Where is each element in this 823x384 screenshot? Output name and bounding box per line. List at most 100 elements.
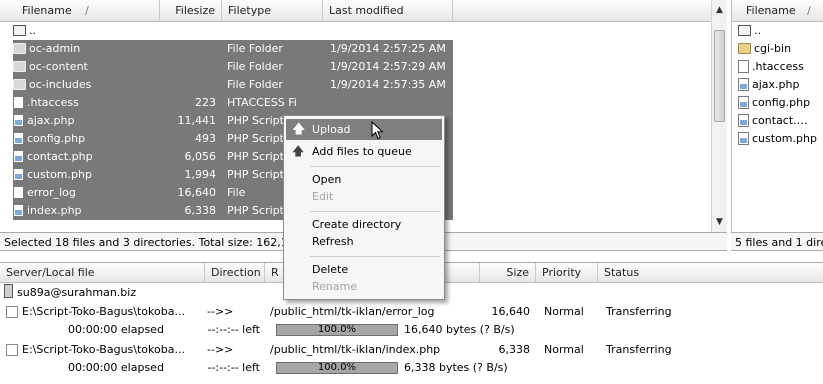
queue-column-local[interactable]: Server/Local file bbox=[0, 263, 205, 282]
remote-file-name: config.php bbox=[752, 96, 811, 109]
local-file-name: .htaccess bbox=[27, 96, 79, 109]
menu-item-edit-label: Edit bbox=[312, 190, 334, 203]
menu-item-refresh[interactable]: Refresh bbox=[286, 233, 442, 250]
local-file-name-cell: error_log bbox=[13, 184, 160, 202]
queue-progress-bar: 100.0% bbox=[276, 362, 398, 374]
queue-item-row[interactable]: E:\Script-Toko-Bagus\tokoba... -->> /publi… bbox=[0, 303, 823, 321]
local-vertical-scrollbar[interactable]: ▲ ▼ bbox=[711, 0, 727, 232]
queue-column-remote-label: R bbox=[271, 266, 279, 279]
remote-file-name: custom.php bbox=[752, 132, 817, 145]
folder-icon bbox=[13, 79, 26, 90]
queue-item-checkbox[interactable] bbox=[6, 344, 18, 356]
menu-item-refresh-label: Refresh bbox=[312, 235, 354, 248]
menu-item-upload[interactable]: 🡅 Upload bbox=[286, 119, 442, 140]
local-file-row[interactable]: .htaccess 223 HTACCESS Fi bbox=[13, 94, 453, 112]
local-file-name: oc-includes bbox=[29, 78, 92, 91]
column-filename-label: Filename bbox=[22, 4, 72, 17]
local-file-name: config.php bbox=[27, 132, 86, 145]
menu-item-add-to-queue-label: Add files to queue bbox=[312, 145, 412, 158]
parent-directory-label: .. bbox=[29, 24, 36, 37]
menu-separator bbox=[310, 211, 440, 212]
local-file-size: 11,441 bbox=[177, 114, 217, 127]
local-file-row[interactable]: oc-admin File Folder 1/9/2014 2:57:25 AM bbox=[13, 40, 453, 58]
local-file-name-cell: custom.php bbox=[13, 166, 160, 184]
php-file-icon bbox=[13, 114, 24, 127]
queue-progress-bar: 100.0% bbox=[276, 324, 398, 336]
remote-file-name: .htaccess bbox=[752, 60, 804, 73]
local-file-name: index.php bbox=[27, 204, 82, 217]
queue-item-remote-path: /public_html/tk-iklan/error_log bbox=[270, 305, 435, 318]
php-file-icon bbox=[13, 132, 24, 145]
column-filesize[interactable]: Filesize bbox=[160, 0, 222, 21]
remote-status-summary: 5 files and 1 dire bbox=[735, 236, 823, 249]
context-menu: 🡅 Upload 🡅 Add files to queue Open Edit … bbox=[283, 115, 445, 300]
queue-progress-label: 100.0% bbox=[317, 362, 357, 373]
remote-file-row[interactable]: cgi-bin bbox=[738, 40, 823, 58]
remote-file-name: contact.… bbox=[752, 114, 808, 127]
column-filename[interactable]: Filename / bbox=[0, 0, 160, 21]
remote-column-filename[interactable]: Filename / bbox=[732, 0, 823, 21]
local-file-type: File Folder bbox=[227, 60, 283, 73]
queue-item-size: 16,640 bbox=[491, 305, 531, 318]
column-last-modified[interactable]: Last modified bbox=[323, 0, 453, 21]
scroll-down-icon[interactable]: ▼ bbox=[712, 214, 727, 230]
parent-folder-icon bbox=[13, 25, 26, 36]
local-file-modified bbox=[330, 94, 453, 112]
queue-item-local-path: E:\Script-Toko-Bagus\tokoba... bbox=[22, 305, 185, 318]
menu-item-delete[interactable]: Delete bbox=[286, 261, 442, 278]
php-file-icon bbox=[738, 114, 749, 127]
queue-item-elapsed: 00:00:00 elapsed bbox=[68, 323, 164, 336]
parent-directory-row[interactable]: .. bbox=[13, 22, 453, 40]
local-file-name: error_log bbox=[27, 186, 76, 199]
menu-item-rename-label: Rename bbox=[312, 280, 358, 293]
menu-item-add-to-queue[interactable]: 🡅 Add files to queue bbox=[286, 141, 442, 162]
remote-list-header: Filename / bbox=[732, 0, 823, 22]
menu-item-edit[interactable]: Edit bbox=[286, 188, 442, 205]
queue-item-remote-path: /public_html/tk-iklan/index.php bbox=[270, 343, 441, 356]
remote-file-row[interactable]: .htaccess bbox=[738, 58, 823, 76]
scroll-thumb[interactable] bbox=[714, 30, 725, 122]
local-file-name: custom.php bbox=[27, 168, 92, 181]
local-file-size: 6,056 bbox=[184, 150, 217, 163]
remote-file-row[interactable]: custom.php bbox=[738, 130, 823, 148]
remote-parent-folder-icon bbox=[738, 25, 751, 36]
queue-item-priority: Normal bbox=[544, 343, 584, 356]
local-file-name-cell: ajax.php bbox=[13, 112, 160, 130]
php-file-icon bbox=[13, 150, 24, 163]
column-filetype[interactable]: Filetype bbox=[222, 0, 323, 21]
queue-item-row[interactable]: E:\Script-Toko-Bagus\tokoba... -->> /publi… bbox=[0, 341, 823, 359]
remote-file-row[interactable]: config.php bbox=[738, 94, 823, 112]
add-to-queue-icon: 🡅 bbox=[292, 144, 305, 158]
queue-progress-label: 100.0% bbox=[317, 324, 357, 335]
local-selection-summary: Selected 18 files and 3 directories. Tot… bbox=[4, 236, 302, 249]
menu-item-open[interactable]: Open bbox=[286, 171, 442, 188]
php-file-icon bbox=[738, 132, 749, 145]
queue-column-direction[interactable]: Direction bbox=[205, 263, 265, 282]
remote-file-name: cgi-bin bbox=[754, 42, 792, 55]
php-file-icon bbox=[738, 96, 749, 109]
remote-file-row[interactable]: ajax.php bbox=[738, 76, 823, 94]
column-last-modified-label: Last modified bbox=[329, 4, 404, 17]
queue-item-checkbox[interactable] bbox=[6, 306, 18, 318]
menu-item-rename[interactable]: Rename bbox=[286, 278, 442, 295]
queue-column-priority-label: Priority bbox=[542, 266, 582, 279]
local-file-row[interactable]: oc-includes File Folder 1/9/2014 2:57:35 A… bbox=[13, 76, 453, 94]
local-file-name-cell: config.php bbox=[13, 130, 160, 148]
menu-item-open-label: Open bbox=[312, 173, 342, 186]
scroll-up-icon[interactable]: ▲ bbox=[712, 2, 727, 18]
menu-item-upload-label: Upload bbox=[312, 123, 351, 136]
queue-column-size[interactable]: Size bbox=[480, 263, 536, 282]
queue-server-label: su89a@surahman.biz bbox=[17, 286, 137, 299]
remote-file-row[interactable]: contact.… bbox=[738, 112, 823, 130]
queue-column-status[interactable]: Status bbox=[598, 263, 823, 282]
queue-item-time-left: --:--:-- left bbox=[207, 323, 260, 336]
queue-item-progress-row: 00:00:00 elapsed --:--:-- left 100.0% 6,338… bbox=[0, 359, 823, 377]
remote-file-pane: Filename / .. cgi-bin .htaccess ajax.php co… bbox=[731, 0, 823, 232]
queue-item-status: Transferring bbox=[606, 343, 672, 356]
queue-column-priority[interactable]: Priority bbox=[536, 263, 598, 282]
queue-item-elapsed: 00:00:00 elapsed bbox=[68, 361, 164, 374]
generic-file-icon bbox=[13, 96, 24, 109]
menu-item-create-directory[interactable]: Create directory bbox=[286, 216, 442, 233]
local-file-row[interactable]: oc-content File Folder 1/9/2014 2:57:29 AM bbox=[13, 58, 453, 76]
remote-parent-directory-row[interactable]: .. bbox=[738, 22, 823, 40]
